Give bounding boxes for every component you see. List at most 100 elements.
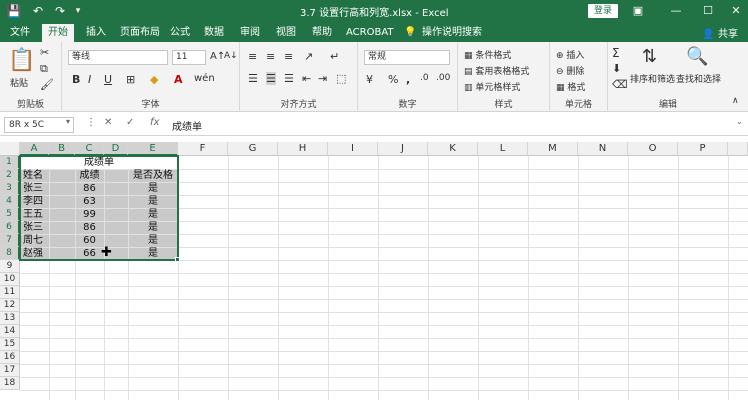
undo-icon[interactable]: ↶ <box>30 3 46 19</box>
column-header[interactable]: M <box>528 142 578 156</box>
tell-me-search[interactable]: 操作说明搜索 <box>416 24 488 42</box>
cancel-icon[interactable]: ✕ <box>104 117 112 128</box>
worksheet-grid[interactable]: A B C D E F G H I J K L M N O P 1 2 3 4 … <box>0 142 748 400</box>
redo-icon[interactable]: ↷ <box>52 3 68 19</box>
fill-icon[interactable]: ⬇ <box>612 62 621 75</box>
font-size-select[interactable]: 11 <box>172 50 206 65</box>
row-header[interactable]: 3 <box>0 182 20 195</box>
column-header[interactable]: L <box>478 142 528 156</box>
column-header[interactable]: A <box>20 142 49 156</box>
row-header[interactable]: 8 <box>0 247 20 260</box>
minimize-icon[interactable]: — <box>668 3 684 19</box>
number-format-select[interactable]: 常规 <box>364 50 450 65</box>
column-header[interactable]: C <box>75 142 104 156</box>
conditional-format-button[interactable]: ▦ 条件格式 <box>464 48 511 61</box>
tab-home[interactable]: 开始 <box>42 24 74 42</box>
align-right-icon[interactable]: ☰ <box>284 72 294 85</box>
format-painter-icon[interactable]: 🖌 <box>40 78 54 91</box>
tab-formulas[interactable]: 公式 <box>164 24 196 42</box>
column-header[interactable]: N <box>578 142 628 156</box>
select-all-corner[interactable] <box>0 142 20 156</box>
bold-button[interactable]: B <box>72 73 80 86</box>
customize-qat-icon[interactable]: ▾ <box>70 3 86 19</box>
tab-view[interactable]: 视图 <box>270 24 302 42</box>
row-header[interactable]: 13 <box>0 312 20 325</box>
column-header[interactable]: J <box>378 142 428 156</box>
format-as-table-button[interactable]: ▤ 套用表格格式 <box>464 64 529 77</box>
underline-button[interactable]: U <box>104 73 112 86</box>
insert-function-icon[interactable]: fx <box>150 117 159 128</box>
increase-font-icon[interactable]: A↑ <box>210 51 225 62</box>
find-select-icon[interactable]: 🔍 <box>686 46 708 67</box>
paste-button[interactable]: 粘贴 <box>10 76 28 89</box>
row-header[interactable]: 10 <box>0 273 20 286</box>
merge-center-icon[interactable]: ⬚ <box>336 72 346 85</box>
row-header[interactable]: 2 <box>0 169 20 182</box>
column-header[interactable]: G <box>228 142 278 156</box>
find-select-button[interactable]: 查找和选择 <box>676 72 721 85</box>
close-icon[interactable]: ✕ <box>728 3 744 19</box>
column-header[interactable]: D <box>104 142 128 156</box>
tab-data[interactable]: 数据 <box>198 24 230 42</box>
increase-decimal-icon[interactable]: .0 <box>420 73 429 83</box>
align-top-icon[interactable]: ≡ <box>248 50 257 63</box>
row-header[interactable]: 1 <box>0 156 20 169</box>
save-icon[interactable]: 💾 <box>6 3 22 19</box>
column-header[interactable]: F <box>178 142 228 156</box>
tab-review[interactable]: 审阅 <box>234 24 266 42</box>
column-header[interactable]: O <box>628 142 678 156</box>
tab-insert[interactable]: 插入 <box>80 24 112 42</box>
sort-filter-icon[interactable]: ⇅ <box>642 46 657 67</box>
align-center-icon[interactable]: ☰ <box>266 72 276 85</box>
row-header[interactable]: 12 <box>0 299 20 312</box>
copy-icon[interactable]: ⧉ <box>40 62 48 76</box>
font-name-select[interactable]: 等线 <box>68 50 168 65</box>
insert-cells-button[interactable]: ⊕ 插入 <box>556 48 584 61</box>
column-header[interactable]: H <box>278 142 328 156</box>
column-header-partial[interactable] <box>728 142 748 156</box>
decrease-decimal-icon[interactable]: .00 <box>436 73 450 83</box>
autosum-icon[interactable]: Σ <box>612 46 620 60</box>
row-header[interactable]: 14 <box>0 325 20 338</box>
align-middle-icon[interactable]: ≡ <box>266 50 275 63</box>
phonetic-icon[interactable]: wén <box>194 73 215 84</box>
row-header[interactable]: 18 <box>0 377 20 390</box>
font-color-icon[interactable]: A <box>174 73 183 86</box>
column-header[interactable]: K <box>428 142 478 156</box>
formula-input[interactable]: 成绩单 <box>172 118 202 133</box>
row-header[interactable]: 16 <box>0 351 20 364</box>
column-header[interactable]: B <box>49 142 75 156</box>
orientation-icon[interactable]: ↗ <box>304 50 313 63</box>
column-header[interactable]: E <box>128 142 178 156</box>
column-header[interactable]: P <box>678 142 728 156</box>
tab-page-layout[interactable]: 页面布局 <box>114 24 166 42</box>
expand-formula-icon[interactable]: ⌄ <box>736 117 743 126</box>
decrease-indent-icon[interactable]: ⇤ <box>302 72 311 85</box>
clear-icon[interactable]: ⌫ <box>612 78 628 91</box>
row-header[interactable]: 11 <box>0 286 20 299</box>
login-button[interactable]: 登录 <box>588 4 618 18</box>
row-header[interactable]: 6 <box>0 221 20 234</box>
row-header[interactable]: 15 <box>0 338 20 351</box>
name-box-dropdown-icon[interactable]: ▾ <box>66 117 70 126</box>
name-box[interactable]: 8R x 5C <box>4 117 74 133</box>
row-header[interactable]: 9 <box>0 260 20 273</box>
borders-icon[interactable]: ⊞ <box>126 73 135 86</box>
currency-icon[interactable]: ¥ <box>366 73 373 86</box>
delete-cells-button[interactable]: ⊖ 删除 <box>556 64 584 77</box>
fill-handle[interactable] <box>175 257 180 262</box>
share-button[interactable]: 👤 共享 <box>702 25 738 40</box>
column-header[interactable]: I <box>328 142 378 156</box>
align-left-icon[interactable]: ☰ <box>248 72 258 85</box>
tab-file[interactable]: 文件 <box>4 24 36 42</box>
row-header[interactable]: 4 <box>0 195 20 208</box>
row-header[interactable]: 7 <box>0 234 20 247</box>
row-header[interactable]: 17 <box>0 364 20 377</box>
tab-help[interactable]: 帮助 <box>306 24 338 42</box>
increase-indent-icon[interactable]: ⇥ <box>318 72 327 85</box>
cut-icon[interactable]: ✂ <box>40 46 49 59</box>
sort-filter-button[interactable]: 排序和筛选 <box>630 72 675 85</box>
cell-styles-button[interactable]: ▥ 单元格样式 <box>464 80 520 93</box>
fill-color-icon[interactable]: ◆ <box>150 73 158 86</box>
format-cells-button[interactable]: ▦ 格式 <box>556 80 585 93</box>
